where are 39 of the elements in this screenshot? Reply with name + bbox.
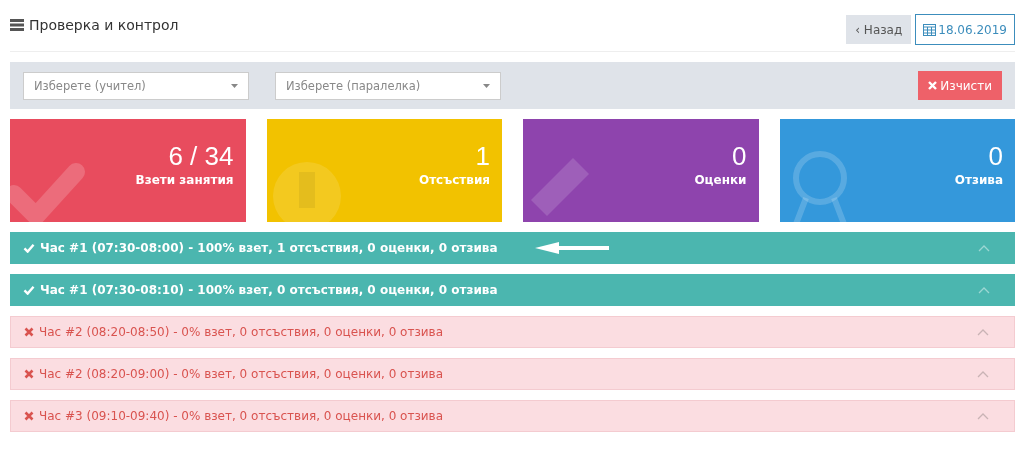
check-icon	[23, 243, 35, 253]
lesson-text: Час #2 (08:20-09:00) - 0% взет, 0 отсъствия, 0 оценки, 0 отзива	[39, 367, 444, 381]
close-icon	[928, 81, 938, 90]
lesson-row[interactable]: Час #1 (07:30-08:00) - 100% взет, 1 отсъствия, 0 оценки, 0 отзива	[10, 232, 1015, 264]
lesson-row[interactable]: Час #2 (08:20-09:00) - 0% взет, 0 отсъствия, 0 оценки, 0 отзива	[10, 358, 1015, 390]
back-button[interactable]: ‹ Назад	[846, 15, 912, 44]
calendar-icon	[923, 23, 937, 36]
caret-icon	[483, 83, 490, 88]
chevron-up-icon	[978, 244, 990, 252]
caret-icon	[231, 83, 238, 88]
lesson-row[interactable]: Час #1 (07:30-08:10) - 100% взет, 0 отсъствия, 0 оценки, 0 отзива	[10, 274, 1015, 306]
stat-value: 1	[474, 141, 490, 171]
list-icon	[10, 18, 24, 31]
stat-label: Оценки	[694, 173, 747, 187]
select-field[interactable]: Изберете (паралелка)	[275, 71, 501, 100]
lesson-row[interactable]: Час #3 (09:10-09:40) - 0% взет, 0 отсъствия, 0 оценки, 0 отзива	[10, 400, 1015, 432]
stat-label: Отзива	[954, 173, 1003, 187]
stat-value: 0	[987, 141, 1003, 171]
close-icon	[24, 411, 34, 421]
lesson-text: Час #2 (08:20-08:50) - 0% взет, 0 отсъствия, 0 оценки, 0 отзива	[39, 325, 444, 339]
check-icon	[23, 285, 35, 295]
lesson-text: Час #3 (09:10-09:40) - 0% взет, 0 отсъствия, 0 оценки, 0 отзива	[39, 409, 444, 423]
date-button[interactable]: 18.06.2019	[915, 14, 1015, 45]
lesson-text: Час #1 (07:30-08:10) - 100% взет, 0 отсъствия, 0 оценки, 0 отзива	[40, 283, 498, 297]
page-title: Проверка и контрол	[29, 16, 179, 33]
close-icon	[24, 369, 34, 379]
close-icon	[24, 327, 34, 337]
stat-label: Отсъствия	[418, 173, 490, 187]
stat-value: 0	[731, 141, 747, 171]
chevron-up-icon	[978, 286, 990, 294]
chevron-up-icon	[977, 412, 989, 420]
stat-value: 6 / 34	[167, 141, 234, 171]
clear-button[interactable]: Изчисти	[918, 71, 1002, 100]
lesson-text: Час #1 (07:30-08:00) - 100% взет, 1 отсъствия, 0 оценки, 0 отзива	[40, 241, 498, 255]
chevron-up-icon	[977, 370, 989, 378]
chevron-up-icon	[977, 328, 989, 336]
stat-label: Взети занятия	[135, 173, 234, 187]
select-field[interactable]: Изберете (учител)	[23, 71, 249, 100]
lesson-row[interactable]: Час #2 (08:20-08:50) - 0% взет, 0 отсъствия, 0 оценки, 0 отзива	[10, 316, 1015, 348]
